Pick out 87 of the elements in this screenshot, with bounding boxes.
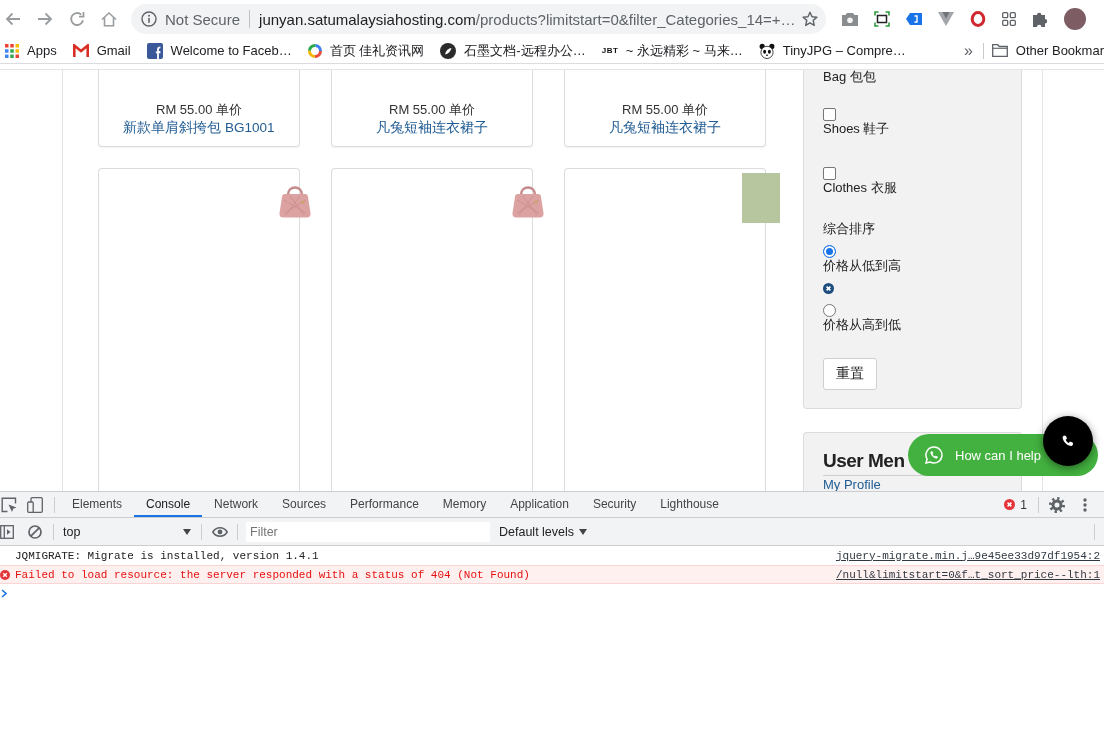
frame-icon[interactable] [874, 11, 890, 27]
product-link[interactable]: 凡兔短袖连衣裙子 [376, 119, 488, 137]
source-link[interactable]: /null&limitstart=0&f…t_sort_price--lth:1 [835, 568, 1100, 581]
filter-field[interactable]: Filter [246, 521, 490, 542]
checkbox[interactable] [823, 167, 836, 180]
devtools-tab[interactable]: Application [498, 492, 581, 517]
device-icon[interactable] [27, 496, 43, 513]
product-link[interactable]: 凡兔短袖连衣裙子 [609, 119, 721, 137]
devtools-tab[interactable]: Elements [60, 492, 135, 517]
devtools-tab[interactable]: Security [580, 492, 649, 517]
radio-button[interactable] [823, 304, 836, 317]
section-title: 综合排序 [823, 221, 876, 237]
devtools-tab[interactable]: Performance [338, 492, 431, 517]
folder-icon [991, 44, 1008, 57]
inspect-icon[interactable] [1, 496, 17, 513]
logo-text: JBT [601, 46, 618, 55]
block-icon[interactable] [28, 524, 42, 539]
bookmark[interactable]: TinyJPG – Compre… [758, 42, 906, 59]
settings-icon[interactable] [1049, 496, 1065, 513]
console-message: JQMIGRATE: Migrate is installed, version 1.4.1 [15, 549, 319, 562]
option-label: Shoes 鞋子 [823, 121, 891, 137]
info-icon[interactable] [141, 11, 157, 27]
category-label: Bag 包包 [823, 70, 877, 83]
bookmark-folder[interactable]: Other Bookmar [991, 43, 1104, 58]
puzzle-icon[interactable] [1032, 11, 1048, 27]
devtools-tab[interactable]: Memory [430, 492, 499, 517]
home-icon[interactable] [101, 11, 117, 27]
security-label: Not Secure [165, 10, 241, 28]
call-button[interactable] [1043, 416, 1093, 466]
phone-icon [1062, 435, 1074, 447]
levels-select[interactable]: Default levels [499, 524, 588, 539]
bookmark[interactable]: JBT ~ 永远精彩 ~ 马来… [601, 41, 743, 60]
chat-icon [925, 446, 943, 464]
url-path: /products?limitstart=0&filter_Categories_14=+… [475, 10, 796, 28]
bookmarks-overflow-button[interactable]: » [963, 41, 973, 60]
url-host: junyan.satumalaysiahosting.com [259, 10, 476, 28]
grid-icon[interactable] [1002, 12, 1016, 26]
panda-icon [758, 42, 775, 59]
error-count-button[interactable]: 1 [1004, 497, 1027, 512]
option-label: 价格从低到高 [823, 258, 902, 274]
source-link[interactable]: jquery-migrate.min.j…9e45ee33d97df1954:2 [835, 549, 1100, 562]
product-link[interactable]: 新款单肩斜挎包 BG1001 [123, 119, 275, 137]
more-icon[interactable] [1083, 497, 1087, 512]
color-ring-icon [307, 43, 322, 58]
apps-grid-icon [5, 43, 19, 58]
devtools-tab[interactable]: Sources [270, 492, 339, 517]
camera-icon[interactable] [842, 12, 858, 26]
price-text: RM 55.00 单价 [156, 101, 242, 119]
bookmark[interactable]: 石墨文档-远程办公… [440, 41, 586, 60]
clear-icon[interactable] [823, 283, 834, 294]
triangle-icon[interactable] [938, 12, 954, 26]
error-icon [0, 569, 10, 580]
star-icon[interactable] [802, 11, 818, 27]
avatar-icon[interactable] [1064, 8, 1086, 30]
reset-button[interactable]: 重置 [823, 358, 877, 390]
square-logo-icon [146, 42, 163, 59]
option-label: 价格从高到低 [823, 317, 902, 333]
photo-placeholder [742, 173, 780, 223]
radio-button[interactable] [823, 245, 836, 258]
price-text: RM 55.00 单价 [389, 101, 475, 119]
price-text: RM 55.00 单价 [622, 101, 708, 119]
sidebar-toggle-icon[interactable] [0, 524, 14, 539]
caret-icon [183, 528, 191, 535]
bookmark[interactable]: Gmail [72, 43, 131, 58]
console-message: Failed to load resource: the server responded with a status of 404 (Not Found) [15, 568, 530, 581]
context-select[interactable]: top [56, 524, 196, 539]
error-icon [1004, 499, 1016, 510]
address-bar[interactable]: Not Secure junyan.satumalaysiahosting.com/products?limitstart=0&filter_Categories_14=+… [131, 4, 826, 34]
back-icon[interactable] [5, 12, 21, 26]
menu-link[interactable]: My Profile [823, 478, 881, 491]
panel-title: User Men [823, 450, 905, 472]
tag-icon[interactable] [906, 13, 922, 25]
bookmark[interactable]: 首页 佳礼资讯网 [307, 41, 425, 60]
bookmark[interactable]: Welcome to Faceb… [146, 42, 292, 59]
ring-icon[interactable] [970, 11, 986, 27]
devtools-tab[interactable]: Lighthouse [648, 492, 731, 517]
eye-icon[interactable] [212, 526, 228, 537]
devtools-tab[interactable]: Network [202, 492, 271, 517]
checkbox[interactable] [823, 108, 836, 121]
disc-logo-icon [440, 42, 457, 59]
prompt-icon [1, 589, 7, 598]
mail-icon [72, 44, 89, 57]
option-label: Clothes 衣服 [823, 180, 898, 196]
bookmark[interactable]: Apps [5, 43, 57, 58]
reload-icon[interactable] [69, 11, 85, 27]
caret-icon [579, 528, 588, 535]
forward-icon[interactable] [37, 12, 53, 26]
